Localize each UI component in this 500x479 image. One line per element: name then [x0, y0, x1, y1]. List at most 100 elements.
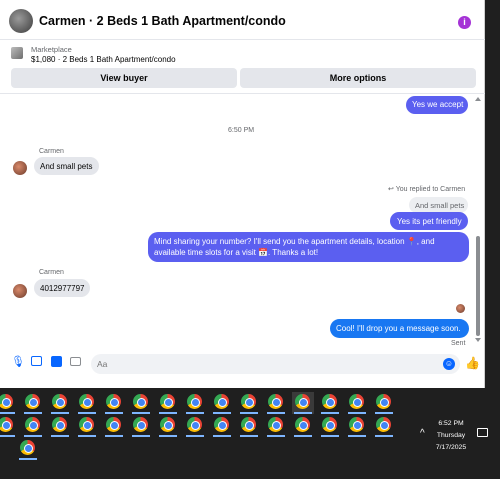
chrome-taskbar-icon[interactable]: [49, 392, 71, 414]
more-options-button[interactable]: More options: [240, 68, 476, 88]
chrome-icon: [322, 417, 337, 432]
running-indicator: [159, 412, 177, 414]
chrome-taskbar-icon[interactable]: [17, 438, 39, 460]
chrome-taskbar-icon[interactable]: [130, 415, 152, 437]
photo-icon[interactable]: [31, 356, 42, 366]
chrome-taskbar-icon[interactable]: [157, 392, 179, 414]
chrome-icon: [106, 394, 121, 409]
running-indicator: [213, 412, 231, 414]
chrome-icon: [241, 394, 256, 409]
running-indicator: [78, 435, 96, 437]
sender-avatar[interactable]: [13, 284, 27, 298]
chrome-taskbar-icon[interactable]: [184, 392, 206, 414]
running-indicator: [348, 412, 366, 414]
chrome-taskbar-icon[interactable]: [265, 392, 287, 414]
chrome-icon: [52, 394, 67, 409]
reply-indicator: ↩ You replied to Carmen: [388, 185, 465, 193]
incoming-message[interactable]: And small pets: [34, 157, 99, 175]
chrome-taskbar-icon[interactable]: [22, 415, 44, 437]
info-icon[interactable]: i: [458, 16, 471, 29]
running-indicator: [321, 435, 339, 437]
running-indicator: [132, 412, 150, 414]
like-icon[interactable]: 👍: [465, 356, 480, 370]
chrome-icon: [349, 394, 364, 409]
read-receipt-avatar: [456, 304, 465, 313]
chrome-taskbar-icon[interactable]: [211, 415, 233, 437]
chrome-icon: [268, 417, 283, 432]
sticker-icon[interactable]: [51, 356, 62, 367]
chrome-icon: [133, 394, 148, 409]
chrome-taskbar-icon[interactable]: [292, 392, 314, 414]
chrome-taskbar-icon[interactable]: [319, 392, 341, 414]
message-line: Mind sharing your number? I'll send you …: [154, 237, 435, 246]
view-buyer-button[interactable]: View buyer: [11, 68, 237, 88]
sender-name: Carmen: [39, 269, 64, 276]
outgoing-message[interactable]: Mind sharing your number? I'll send you …: [148, 232, 469, 262]
chrome-taskbar-icon[interactable]: [265, 415, 287, 437]
chrome-taskbar-icon[interactable]: [373, 415, 395, 437]
chrome-icon: [268, 394, 283, 409]
outgoing-message[interactable]: Cool! I'll drop you a message soon.: [330, 319, 469, 338]
outgoing-message[interactable]: Yes we accept: [406, 96, 468, 114]
marketplace-label: Marketplace: [31, 45, 72, 54]
running-indicator: [321, 412, 339, 414]
chrome-taskbar-icon[interactable]: [76, 392, 98, 414]
message-input-container[interactable]: [91, 354, 460, 374]
chrome-taskbar-icon[interactable]: [346, 415, 368, 437]
chrome-taskbar-icon[interactable]: [319, 415, 341, 437]
chrome-icon: [187, 417, 202, 432]
listing-title: $1,080 · 2 Beds 1 Bath Apartment/condo: [31, 55, 176, 64]
quoted-message[interactable]: And small pets: [409, 197, 468, 213]
microphone-icon[interactable]: 🎙: [11, 356, 25, 368]
sender-avatar[interactable]: [13, 161, 27, 175]
running-indicator: [186, 435, 204, 437]
chat-title[interactable]: Carmen · 2 Beds 1 Bath Apartment/condo: [39, 14, 286, 28]
message-line: available time slots for a visit 📅. Than…: [154, 248, 319, 257]
chrome-icon: [376, 394, 391, 409]
chrome-taskbar-icon[interactable]: [211, 392, 233, 414]
chrome-icon: [241, 417, 256, 432]
running-indicator: [51, 435, 69, 437]
message-status: Sent: [451, 340, 466, 347]
chrome-taskbar-icon[interactable]: [346, 392, 368, 414]
chrome-taskbar-icon[interactable]: [238, 415, 260, 437]
chrome-taskbar-icon[interactable]: [184, 415, 206, 437]
scroll-down-icon[interactable]: [475, 338, 481, 342]
message-input[interactable]: [97, 357, 427, 371]
scroll-up-icon[interactable]: [475, 97, 481, 101]
chrome-taskbar-icon[interactable]: [130, 392, 152, 414]
running-indicator: [267, 412, 285, 414]
chrome-taskbar-icon[interactable]: [0, 392, 17, 414]
chrome-taskbar-icon[interactable]: [373, 392, 395, 414]
running-indicator: [267, 435, 285, 437]
gif-icon[interactable]: [70, 357, 81, 366]
taskbar-clock[interactable]: 6:52 PM Thursday 7/17/2025: [428, 418, 474, 454]
chrome-taskbar-icon[interactable]: [292, 415, 314, 437]
reply-label: You replied to Carmen: [395, 186, 466, 193]
chrome-icon: [214, 394, 229, 409]
avatar[interactable]: [9, 9, 33, 33]
chrome-taskbar-icon[interactable]: [22, 392, 44, 414]
chevron-up-icon[interactable]: ^: [420, 428, 425, 439]
chrome-icon: [187, 394, 202, 409]
marketplace-listing[interactable]: Marketplace $1,080 · 2 Beds 1 Bath Apart…: [0, 41, 485, 67]
chrome-icon: [106, 417, 121, 432]
chrome-icon: [160, 417, 175, 432]
emoji-icon[interactable]: ☺: [443, 358, 455, 370]
chrome-taskbar-icon[interactable]: [103, 415, 125, 437]
chrome-taskbar-icon[interactable]: [76, 415, 98, 437]
chrome-taskbar-icon[interactable]: [157, 415, 179, 437]
chrome-icon: [295, 417, 310, 432]
scrollbar-thumb[interactable]: [476, 236, 480, 336]
notification-icon[interactable]: [477, 428, 488, 437]
running-indicator: [294, 435, 312, 437]
chrome-taskbar-icon[interactable]: [103, 392, 125, 414]
running-indicator: [294, 412, 312, 414]
running-indicator: [240, 435, 258, 437]
chrome-taskbar-icon[interactable]: [0, 415, 17, 437]
chrome-taskbar-icon[interactable]: [238, 392, 260, 414]
timestamp: 6:50 PM: [228, 127, 255, 134]
incoming-message[interactable]: 4012977797: [34, 279, 90, 297]
chrome-taskbar-icon[interactable]: [49, 415, 71, 437]
outgoing-message[interactable]: Yes its pet friendly: [390, 212, 468, 230]
